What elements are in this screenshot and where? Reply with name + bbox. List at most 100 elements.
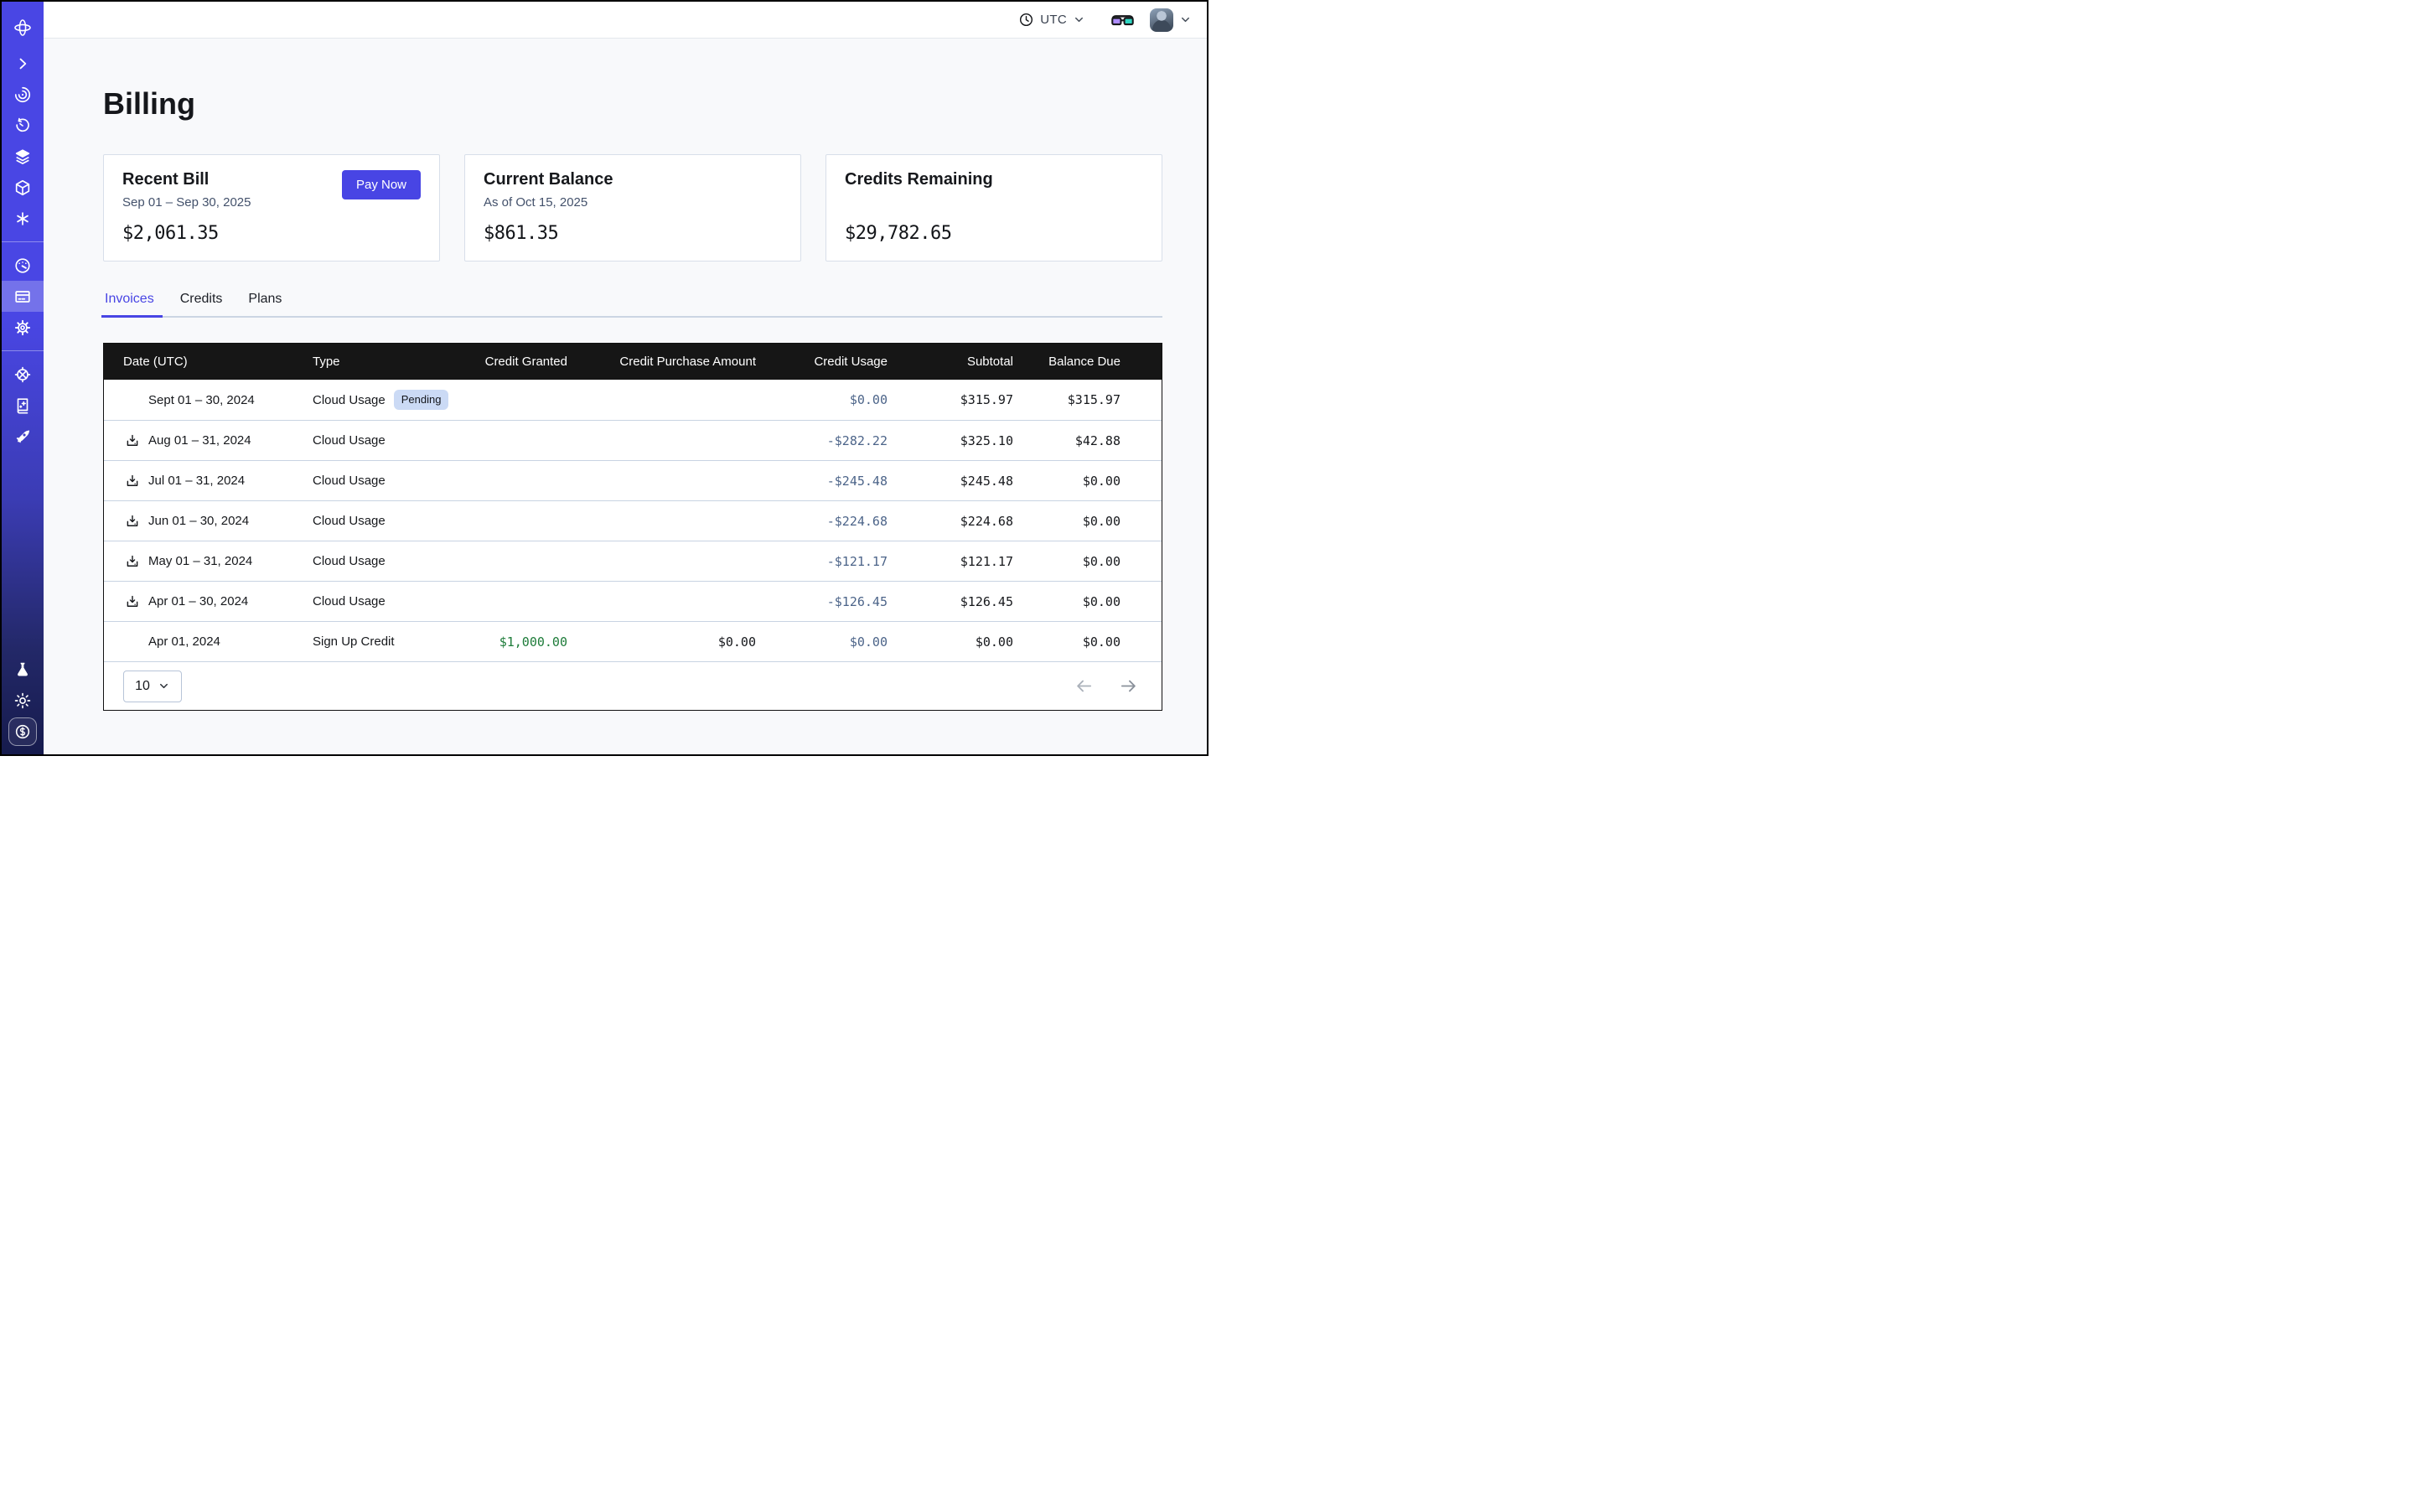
cell-date: Jul 01 – 31, 2024 [104, 461, 304, 500]
column-header-subtotal: Subtotal [901, 355, 1027, 369]
tab-plans[interactable]: Plans [246, 285, 283, 316]
invoice-type: Cloud Usage [313, 514, 386, 528]
cell-date: Aug 01 – 31, 2024 [104, 421, 304, 460]
download-invoice-button[interactable] [125, 594, 140, 609]
card-subtitle [845, 195, 993, 210]
table-row: May 01 – 31, 2024Cloud Usage-$121.17$121… [104, 541, 1162, 581]
ship-wheel-icon[interactable] [2, 359, 44, 390]
cell-credit-granted [480, 582, 581, 621]
cell-credit-usage: -$126.45 [769, 582, 901, 621]
card-subtitle: As of Oct 15, 2025 [484, 195, 613, 210]
invoice-date: Jun 01 – 30, 2024 [148, 514, 249, 528]
cell-balance-due: $0.00 [1027, 582, 1162, 621]
cell-subtotal: $315.97 [901, 380, 1027, 420]
table-row: Jun 01 – 30, 2024 Cloud Usage -$224.68$224… [104, 500, 1162, 541]
credits-remaining-card: Credits Remaining $29,782.65 [826, 154, 1162, 261]
next-page-button[interactable] [1119, 676, 1138, 696]
card-amount: $861.35 [484, 223, 782, 244]
chevron-down-icon [1179, 13, 1192, 26]
trace-spiral-icon[interactable] [2, 79, 44, 110]
card-title: Current Balance [484, 170, 613, 189]
flask-icon[interactable] [2, 654, 44, 685]
download-icon [125, 594, 140, 609]
cell-credit-purchase [581, 380, 769, 420]
download-placeholder [125, 634, 140, 650]
cell-subtotal: $121.17 [901, 541, 1027, 581]
table-row: Apr 01, 2024Sign Up Credit$1,000.00$0.00… [104, 621, 1162, 661]
download-icon [125, 433, 140, 448]
download-icon [125, 554, 140, 569]
column-header-type: Type [304, 355, 480, 369]
card-subtitle: Sep 01 – Sep 30, 2025 [122, 195, 251, 210]
invoice-type: Sign Up Credit [313, 634, 395, 649]
column-header-credit-usage: Credit Usage [769, 355, 901, 369]
cell-credit-purchase [581, 501, 769, 541]
download-invoice-button[interactable] [125, 474, 140, 489]
gear-icon[interactable] [2, 312, 44, 343]
cell-subtotal: $224.68 [901, 501, 1027, 541]
gauge-icon[interactable] [2, 250, 44, 281]
invoice-date: Apr 01, 2024 [148, 634, 220, 649]
cell-balance-due: $0.00 [1027, 461, 1162, 500]
docs-book-sparkle-icon[interactable] [2, 390, 44, 421]
cell-credit-usage: -$224.68 [769, 501, 901, 541]
download-invoice-button[interactable] [125, 554, 140, 569]
dollar-badge-button[interactable] [8, 717, 37, 746]
pay-now-button[interactable]: Pay Now [342, 170, 421, 199]
cell-subtotal: $325.10 [901, 421, 1027, 460]
card-amount: $2,061.35 [122, 223, 421, 244]
reader-glasses-button[interactable] [1110, 11, 1135, 28]
status-badge: Pending [394, 390, 449, 410]
cell-subtotal: $245.48 [901, 461, 1027, 500]
rocket-icon[interactable] [2, 421, 44, 452]
invoice-type: Cloud Usage [313, 433, 386, 448]
cell-credit-usage: -$282.22 [769, 421, 901, 460]
clock-icon [1018, 12, 1034, 28]
cell-credit-granted [480, 461, 581, 500]
app-logo-orbit-icon[interactable] [2, 12, 44, 43]
sidebar-item-billing-card-icon[interactable] [2, 281, 44, 312]
cell-balance-due: $0.00 [1027, 622, 1162, 661]
page-size-select[interactable]: 10 [123, 671, 182, 702]
tab-credits[interactable]: Credits [179, 285, 225, 316]
cell-type: Cloud Usage [304, 541, 480, 581]
cell-credit-purchase: $0.00 [581, 622, 769, 661]
cell-balance-due: $315.97 [1027, 380, 1162, 420]
tab-invoices[interactable]: Invoices [103, 285, 156, 316]
billing-tabs: Invoices Credits Plans [103, 285, 1162, 318]
account-menu-button[interactable] [1150, 8, 1192, 32]
table-header: Date (UTC) Type Credit Granted Credit Pu… [104, 344, 1162, 380]
prev-page-button[interactable] [1074, 676, 1094, 696]
history-timer-icon[interactable] [2, 110, 44, 141]
cell-type: Cloud UsagePending [304, 380, 480, 420]
cell-date: Jun 01 – 30, 2024 [104, 501, 304, 541]
cell-date: Apr 01, 2024 [104, 622, 304, 661]
summary-cards: Recent Bill Sep 01 – Sep 30, 2025 Pay No… [103, 154, 1162, 261]
pagination-controls [1074, 676, 1138, 696]
column-header-credit-purchase: Credit Purchase Amount [581, 355, 769, 369]
cell-date: Apr 01 – 30, 2024 [104, 582, 304, 621]
cell-credit-granted: $1,000.00 [480, 622, 581, 661]
layers-icon[interactable] [2, 141, 44, 172]
column-header-balance-due: Balance Due [1027, 355, 1162, 369]
cube-icon[interactable] [2, 172, 44, 203]
invoice-date: Sept 01 – 30, 2024 [148, 393, 255, 407]
cell-date: Sept 01 – 30, 2024 [104, 380, 304, 420]
cell-credit-purchase [581, 461, 769, 500]
timezone-selector[interactable]: UTC [1018, 12, 1085, 28]
cell-date: May 01 – 31, 2024 [104, 541, 304, 581]
topbar: UTC [44, 2, 1207, 39]
sun-icon[interactable] [2, 685, 44, 716]
download-invoice-button[interactable] [125, 514, 140, 529]
cell-credit-purchase [581, 582, 769, 621]
cell-credit-purchase [581, 421, 769, 460]
download-invoice-button[interactable] [125, 433, 140, 448]
cell-type: Cloud Usage [304, 501, 480, 541]
cell-credit-usage: $0.00 [769, 622, 901, 661]
arrow-left-icon [1074, 676, 1094, 696]
sidebar-expand-chevron-icon[interactable] [2, 48, 44, 79]
invoice-type: Cloud Usage [313, 554, 386, 568]
timezone-label: UTC [1040, 13, 1067, 27]
cell-credit-granted [480, 501, 581, 541]
asterisk-icon[interactable] [2, 203, 44, 234]
